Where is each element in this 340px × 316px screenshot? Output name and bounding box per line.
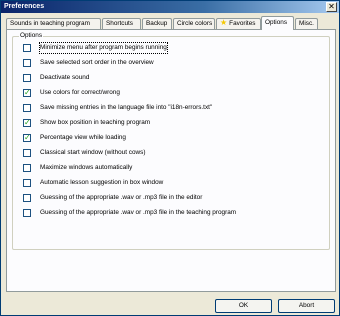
option-label: Automatic lesson suggestion in box windo…: [40, 179, 164, 186]
tab-favorites[interactable]: ★ Favorites: [216, 18, 261, 29]
tab-sounds[interactable]: Sounds in teaching program: [6, 18, 101, 29]
checkbox[interactable]: [23, 164, 31, 172]
tab-misc[interactable]: Misc.: [295, 18, 318, 29]
option-label: Deactivate sound: [40, 74, 90, 81]
tab-shortcuts[interactable]: Shortcuts: [102, 18, 141, 29]
option-label: Guessing of the appropriate .wav or .mp3…: [40, 194, 203, 201]
tab-label: Sounds in teaching program: [10, 20, 90, 27]
tab-label: Misc.: [299, 20, 314, 27]
checkbox[interactable]: [23, 104, 31, 112]
star-icon: ★: [220, 18, 228, 27]
option-label: Guessing of the appropriate .wav or .mp3…: [40, 209, 237, 216]
preferences-window: Preferences ✕ Sounds in teaching program…: [0, 0, 340, 316]
checkbox[interactable]: [23, 74, 31, 82]
title-bar[interactable]: Preferences ✕: [1, 1, 339, 13]
window-title: Preferences: [4, 3, 45, 10]
abort-button[interactable]: Abort: [278, 299, 335, 313]
option-label: Save selected sort order in the overview: [40, 59, 154, 66]
checkbox[interactable]: [23, 59, 31, 67]
checkbox[interactable]: [23, 179, 31, 187]
checkbox-checked[interactable]: [23, 88, 31, 98]
option-label: Classical start window (without cows): [40, 149, 146, 156]
checkbox[interactable]: [23, 209, 31, 217]
tab-label: Options: [265, 19, 288, 26]
tab-options[interactable]: Options: [261, 16, 294, 30]
checkbox-checked[interactable]: [23, 118, 31, 128]
option-label: Use colors for correct/wrong: [40, 89, 120, 96]
option-label: Maximize windows automatically: [40, 164, 133, 171]
checkbox-checked[interactable]: [23, 133, 31, 143]
checkbox[interactable]: [23, 44, 31, 52]
option-label: Minimize menu after program begins runni…: [39, 42, 168, 54]
option-label: Show box position in teaching program: [40, 119, 151, 126]
option-label: Save missing entries in the language fil…: [40, 104, 213, 111]
options-panel: Options Minimize menu after program begi…: [6, 29, 336, 292]
checkbox[interactable]: [23, 194, 31, 202]
checkbox[interactable]: [23, 149, 31, 157]
tab-label: Backup: [146, 20, 168, 27]
close-icon: ✕: [328, 2, 335, 11]
group-title: Options: [19, 32, 44, 40]
close-button[interactable]: ✕: [326, 2, 337, 12]
ok-button[interactable]: OK: [215, 299, 272, 313]
tab-strip: Sounds in teaching program Shortcuts Bac…: [6, 16, 336, 30]
tab-label: Shortcuts: [106, 20, 133, 27]
option-label: Percentage view while loading: [40, 134, 126, 141]
tab-label: Circle colors: [177, 20, 213, 27]
tab-circle-colors[interactable]: Circle colors: [173, 18, 215, 29]
options-groupbox: Options Minimize menu after program begi…: [12, 32, 330, 250]
tab-label: Favorites: [229, 20, 256, 27]
tab-backup[interactable]: Backup: [142, 18, 172, 29]
